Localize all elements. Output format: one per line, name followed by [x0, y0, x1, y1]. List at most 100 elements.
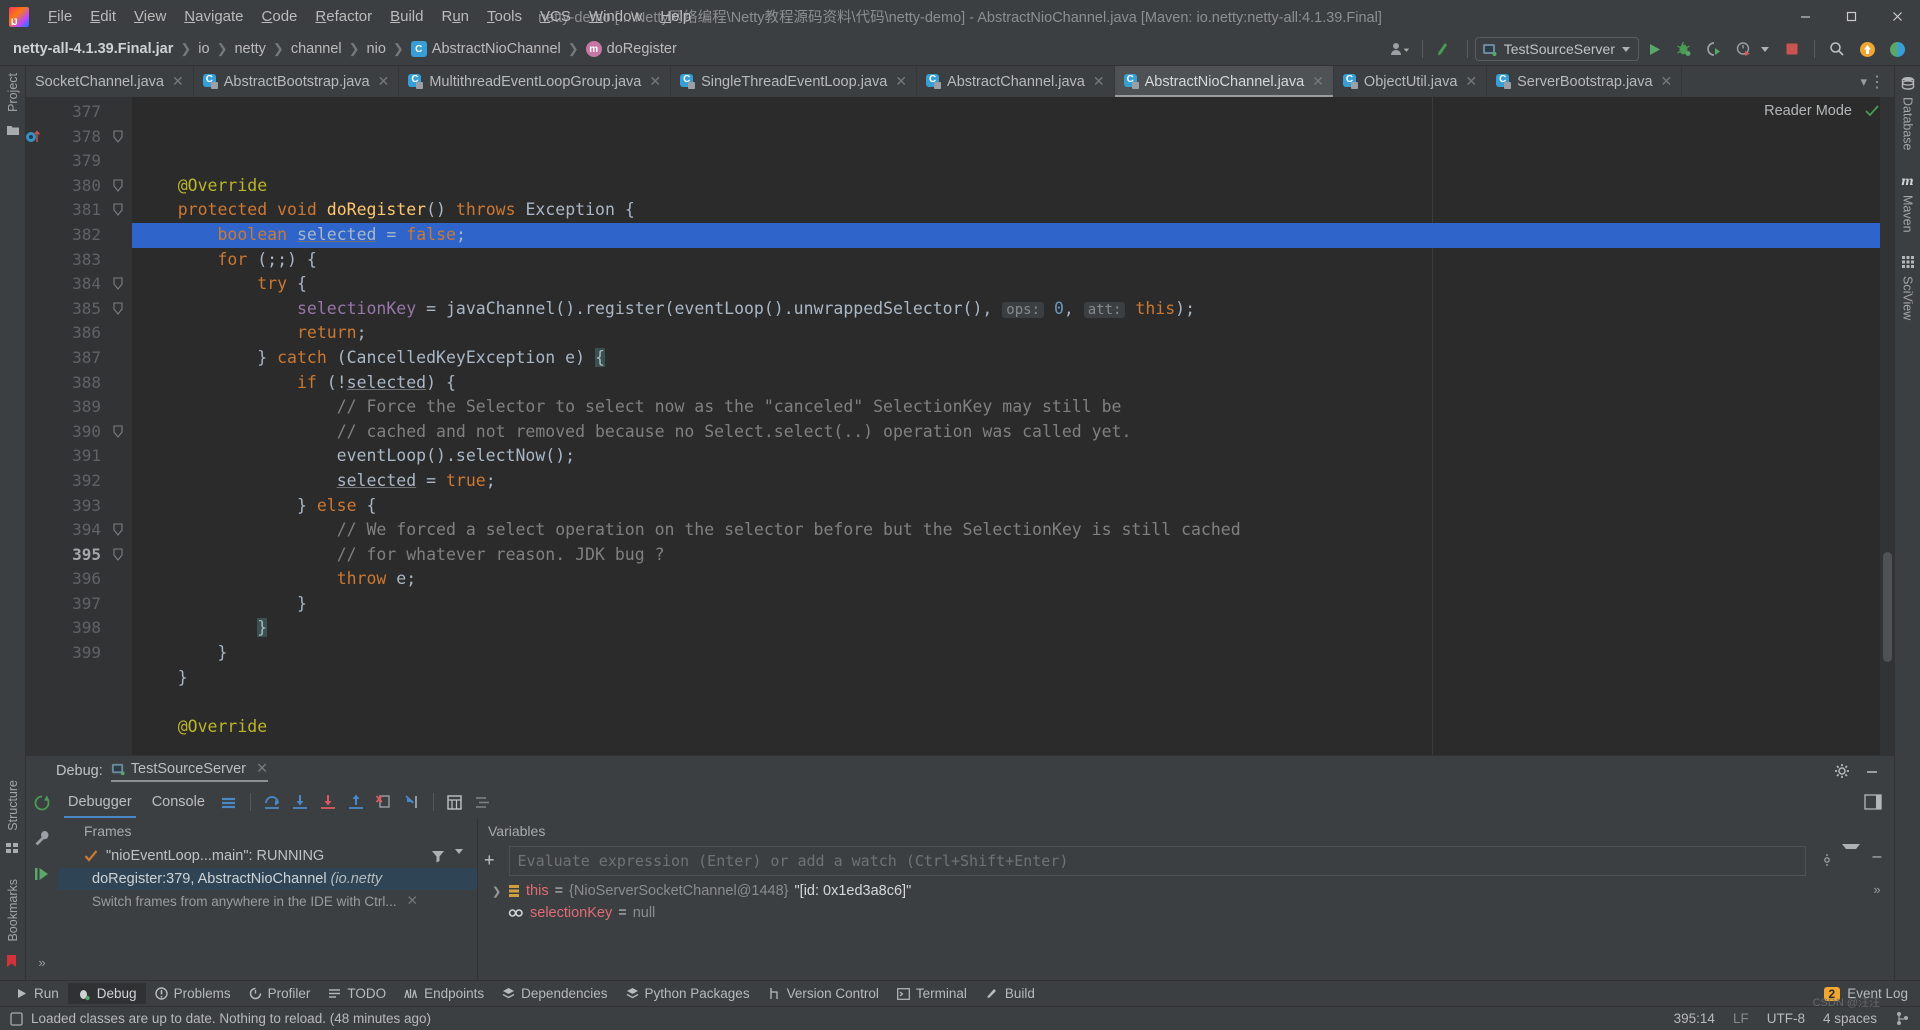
inspections-ok-icon[interactable] [1864, 103, 1880, 119]
close-tab-icon[interactable]: ✕ [378, 73, 390, 90]
expand-variables-icon[interactable]: » [1873, 882, 1880, 897]
fold-marker[interactable] [110, 272, 132, 297]
tab-more-icon[interactable]: ⋮ [1869, 72, 1886, 92]
fold-marker[interactable] [110, 543, 132, 568]
editor-tab-abstractchannel[interactable]: AbstractChannel.java ✕ [917, 66, 1115, 97]
error-stripe[interactable] [1880, 97, 1894, 755]
tool-window-terminal[interactable]: Terminal [888, 983, 976, 1004]
bookmarks-icon[interactable] [6, 954, 20, 968]
editor-tab-abstractbootstrap[interactable]: AbstractBootstrap.java ✕ [194, 66, 400, 97]
step-out-icon[interactable] [342, 789, 370, 815]
run-icon[interactable] [1639, 36, 1669, 62]
database-icon[interactable] [1901, 76, 1915, 90]
close-button[interactable] [1874, 0, 1920, 33]
indent-setting[interactable]: 4 spaces [1823, 1011, 1877, 1026]
breadcrumb-item-nio[interactable]: nio [364, 39, 389, 59]
tab-console[interactable]: Console [142, 790, 215, 814]
step-over-icon[interactable] [258, 789, 286, 815]
user-accounts-icon[interactable] [1385, 36, 1415, 62]
code-editor[interactable]: 377 378 379 380 381 382 383 384 385 386 387 388 389 3… [26, 97, 1894, 755]
expand-rail-icon[interactable]: » [38, 955, 45, 970]
code-line[interactable]: // cached and not removed because no Sel… [132, 420, 1894, 445]
layout-settings-icon[interactable] [469, 789, 497, 815]
editor-tab-abstractniochannel[interactable]: AbstractNioChannel.java ✕ [1114, 66, 1334, 97]
code-line[interactable]: } else { [132, 494, 1894, 519]
code-line[interactable]: // for whatever reason. JDK bug ? [132, 543, 1894, 568]
code-line[interactable]: // We forced a select operation on the s… [132, 518, 1894, 543]
vcs-branch-icon[interactable] [1895, 1011, 1910, 1026]
menu-item-help[interactable]: Help [651, 5, 700, 28]
code-line[interactable]: protected void doRegister() throws Excep… [132, 198, 1894, 223]
fold-marker[interactable] [110, 174, 132, 199]
tool-window-problems[interactable]: Problems [146, 983, 240, 1004]
menu-item-build[interactable]: Build [381, 5, 432, 28]
frames-list[interactable]: "nioEventLoop...main": RUNNING doRegiste… [58, 844, 477, 980]
debug-session-tab[interactable]: TestSourceServer ✕ [110, 761, 269, 782]
breadcrumb-item-channel[interactable]: channel [288, 39, 345, 59]
tool-window-dependencies[interactable]: Dependencies [493, 983, 616, 1004]
settings-wrench-icon[interactable] [34, 830, 51, 847]
maximize-button[interactable] [1828, 0, 1874, 33]
editor-tab-multithreadeventloopgroup[interactable]: MultithreadEventLoopGroup.java ✕ [399, 66, 672, 97]
watch-settings-icon[interactable] [1812, 844, 1842, 876]
code-line[interactable]: eventLoop().selectNow(); [132, 444, 1894, 469]
fold-marker[interactable] [110, 297, 132, 322]
sidebar-item-project[interactable]: Project [2, 66, 24, 119]
fold-marker[interactable] [110, 420, 132, 445]
code-line[interactable]: return; [132, 321, 1894, 346]
thread-chevron-down-icon[interactable] [455, 849, 463, 854]
code-line[interactable]: @Override [132, 715, 1894, 740]
expand-variable-icon[interactable]: ❯ [492, 885, 502, 898]
tool-window-python-packages[interactable]: Python Packages [617, 983, 759, 1004]
variable-row[interactable]: selectionKey = null [478, 902, 1860, 924]
dismiss-hint-icon[interactable]: ✕ [407, 893, 418, 909]
code-line[interactable]: for (;;) { [132, 248, 1894, 273]
code-line[interactable]: try { [132, 272, 1894, 297]
close-tab-icon[interactable]: ✕ [649, 73, 661, 90]
sciview-icon[interactable] [1901, 255, 1915, 269]
breadcrumb-item-netty[interactable]: netty [231, 39, 268, 59]
vcs-update-icon[interactable] [1430, 36, 1460, 62]
tool-window-profiler[interactable]: Profiler [240, 983, 320, 1004]
menu-item-view[interactable]: View [125, 5, 175, 28]
breadcrumb-item-abstractniochannel[interactable]: C AbstractNioChannel [408, 39, 564, 59]
code-content[interactable]: @Override protected void doRegister() th… [132, 97, 1894, 755]
close-tab-icon[interactable]: ✕ [1465, 73, 1477, 90]
code-line[interactable]: } [132, 592, 1894, 617]
menu-item-window[interactable]: Window [580, 5, 651, 28]
code-line[interactable]: } [132, 666, 1894, 691]
code-line[interactable]: selectionKey = javaChannel().register(ev… [132, 297, 1894, 322]
tab-debugger[interactable]: Debugger [58, 790, 142, 818]
close-tab-icon[interactable]: ✕ [895, 73, 907, 90]
code-line[interactable]: } [132, 641, 1894, 666]
code-line[interactable]: selected = true; [132, 469, 1894, 494]
ide-feature-icon[interactable] [1882, 36, 1912, 62]
fold-marker[interactable] [110, 518, 132, 543]
editor-gutter-icons[interactable] [26, 97, 48, 755]
sidebar-item-bookmarks[interactable]: Bookmarks [2, 872, 24, 949]
search-everywhere-icon[interactable] [1822, 36, 1852, 62]
evaluate-expression-input[interactable]: Evaluate expression (Enter) or add a wat… [508, 846, 1806, 876]
menu-item-tools[interactable]: Tools [478, 5, 531, 28]
structure-icon[interactable] [5, 842, 20, 856]
profiler-chevron-icon[interactable] [1761, 46, 1769, 52]
menu-item-navigate[interactable]: Navigate [175, 5, 252, 28]
tool-window-version-control[interactable]: Version Control [759, 983, 888, 1004]
remove-watch-button[interactable]: – [1873, 848, 1882, 866]
project-icon[interactable] [6, 123, 20, 137]
code-line[interactable]: boolean selected = false; [132, 222, 1894, 248]
tool-window-todo[interactable]: TODO [319, 983, 395, 1004]
editor-tab-socketchannel[interactable]: SocketChannel.java ✕ [26, 66, 194, 97]
tool-window-endpoints[interactable]: Endpoints [395, 983, 493, 1004]
rerun-icon[interactable] [33, 794, 51, 812]
menu-item-code[interactable]: Code [253, 5, 307, 28]
breadcrumb-item-doregister[interactable]: m doRegister [583, 39, 680, 59]
mute-breakpoints-icon[interactable] [215, 789, 243, 815]
tool-window-build[interactable]: Build [976, 983, 1044, 1004]
add-watch-button[interactable]: + [478, 844, 501, 876]
close-tab-icon[interactable]: ✕ [1312, 73, 1324, 90]
code-line[interactable]: } [132, 616, 1894, 641]
gutter-breakpoint-icon[interactable] [26, 125, 48, 150]
evaluate-expression-icon[interactable] [441, 789, 469, 815]
editor-tab-serverbootstrap[interactable]: ServerBootstrap.java ✕ [1487, 66, 1683, 97]
